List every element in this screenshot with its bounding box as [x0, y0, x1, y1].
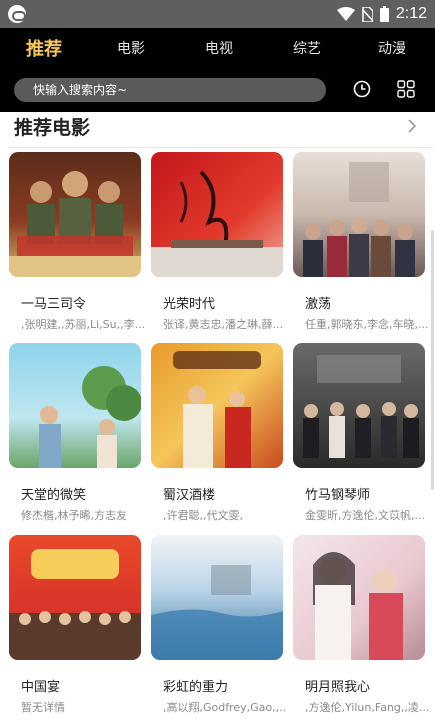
tab-movies[interactable]: 电影 — [117, 38, 145, 58]
wifi-icon — [336, 7, 355, 21]
tab-recommend[interactable]: 推荐 — [26, 35, 62, 61]
movie-title: 竹马钢琴师 — [305, 488, 371, 503]
movie-poster[interactable] — [9, 152, 141, 277]
movie-cast: 金雯昕,方逸伦,文苡帆,... — [305, 509, 425, 522]
movie-poster[interactable] — [9, 343, 141, 468]
movie-poster[interactable] — [293, 535, 425, 660]
movie-title: 光荣时代 — [163, 297, 216, 312]
movie-title: 蜀汉酒楼 — [163, 488, 216, 503]
category-tabs: 推荐 电影 电视 综艺 动漫 — [0, 28, 435, 66]
movie-title: 明月照我心 — [305, 680, 371, 695]
section-title: 推荐电影 — [14, 117, 91, 139]
movie-title: 一马三司令 — [21, 297, 87, 312]
section-divider — [8, 147, 433, 148]
status-bar: 2:12 — [0, 0, 435, 28]
movie-cast: 暂无详情 — [21, 701, 65, 714]
clock-icon[interactable] — [353, 80, 371, 98]
movie-poster[interactable] — [9, 535, 141, 660]
tab-tv[interactable]: 电视 — [205, 38, 233, 58]
movie-cast: ,方逸伦,Yilun,Fang,,凌... — [305, 701, 429, 714]
movie-title: 天堂的微笑 — [21, 488, 87, 503]
top-header: 推荐 电影 电视 综艺 动漫 快输入搜索内容~ — [0, 28, 435, 112]
tab-anime[interactable]: 动漫 — [378, 38, 406, 58]
movie-cast: 张译,黄志忠,潘之琳,薛... — [163, 318, 283, 331]
status-icons: 2:12 — [336, 4, 427, 24]
movie-title: 中国宴 — [21, 680, 61, 695]
movie-title: 激荡 — [305, 297, 332, 312]
movie-cast: ,高以翔,Godfrey,Gao,,... — [163, 701, 287, 714]
battery-icon — [379, 6, 389, 22]
search-input[interactable]: 快输入搜索内容~ — [14, 78, 326, 102]
movie-cast: 任重,郭晓东,李念,车晓,... — [305, 318, 429, 331]
movie-poster[interactable] — [151, 343, 283, 468]
section-header: 推荐电影 — [0, 112, 435, 148]
app-logo-icon — [8, 5, 26, 23]
movie-poster[interactable] — [151, 152, 283, 277]
status-time: 2:12 — [395, 5, 427, 22]
no-sim-icon — [361, 6, 373, 22]
movie-title: 彩虹的重力 — [163, 680, 229, 695]
movie-poster[interactable] — [151, 535, 283, 660]
movie-cast: 修杰楷,林予晞,方志友 — [21, 509, 127, 522]
chevron-right-icon[interactable] — [407, 118, 417, 134]
movie-cast: ,许君聪,,代文雯, — [163, 509, 243, 522]
grid-icon[interactable] — [397, 80, 415, 98]
scrollbar[interactable] — [431, 230, 434, 490]
movie-cast: ,张明建,,苏丽,Li,Su,,李... — [21, 318, 145, 331]
movie-poster[interactable] — [293, 152, 425, 277]
tab-variety[interactable]: 综艺 — [293, 38, 321, 58]
movie-poster[interactable] — [293, 343, 425, 468]
